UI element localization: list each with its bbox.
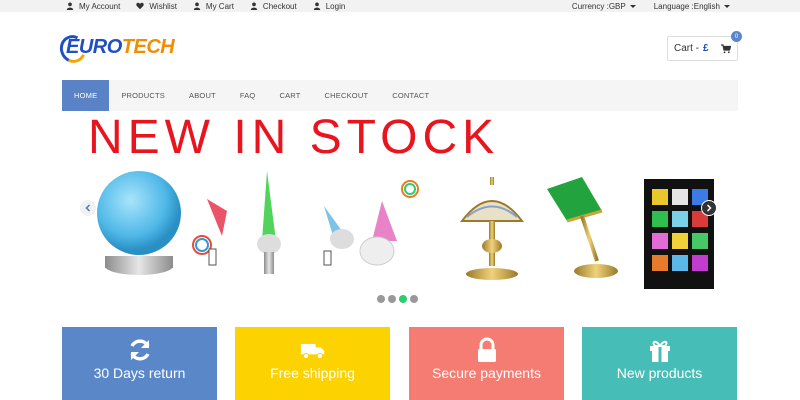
slider-dot-active[interactable]: [399, 295, 407, 303]
login-link[interactable]: Login: [313, 1, 346, 11]
orb-lamp-image[interactable]: [97, 171, 181, 275]
colour-bulb-image[interactable]: [192, 171, 281, 274]
header-cart-button[interactable]: Cart - £: [667, 36, 738, 61]
user-icon: [193, 2, 201, 10]
checkout-link[interactable]: Checkout: [250, 2, 297, 11]
slider-dot[interactable]: [388, 295, 396, 303]
shopping-cart-icon: [720, 43, 731, 53]
site-logo[interactable]: EUROTECH: [55, 31, 175, 67]
colour-cube-light-image[interactable]: [644, 179, 714, 289]
my-cart-label: My Cart: [205, 1, 234, 11]
currency-dropdown[interactable]: Currency :GBP: [572, 2, 636, 11]
nav-contact[interactable]: CONTACT: [380, 80, 441, 111]
user-icon: [66, 2, 74, 10]
refresh-icon: [129, 339, 150, 361]
main-navigation: HOME PRODUCTS ABOUT FAQ CART CHECKOUT CO…: [62, 80, 738, 111]
feature-new-products[interactable]: New products: [582, 327, 737, 400]
lock-icon: [477, 337, 496, 362]
currency-label: Currency :GBP: [571, 1, 626, 11]
heart-icon: [136, 2, 145, 10]
feature-label: 30 Days return: [93, 365, 186, 381]
slider-prev-button[interactable]: [80, 200, 96, 216]
nav-products[interactable]: PRODUCTS: [109, 80, 177, 111]
gift-icon: [649, 340, 670, 362]
nav-home[interactable]: HOME: [62, 80, 110, 111]
caret-down-icon: [724, 4, 730, 8]
language-dropdown[interactable]: Language :English: [654, 2, 730, 11]
account-links: My Account Wishlist My Cart Checkout Log…: [66, 0, 361, 12]
chevron-right-icon: [706, 204, 712, 212]
feature-shipping[interactable]: Free shipping: [235, 327, 390, 400]
banner-headline: NEW IN STOCK: [88, 111, 500, 164]
caret-down-icon: [629, 4, 636, 8]
wishlist-link[interactable]: Wishlist: [136, 2, 177, 11]
user-icon: [250, 2, 258, 10]
checkout-label: Checkout: [262, 1, 297, 11]
tiffany-lamp-image[interactable]: [459, 177, 525, 280]
slider-next-button[interactable]: [701, 200, 717, 216]
nav-cart[interactable]: CART: [267, 80, 312, 111]
cart-currency: £: [703, 43, 709, 54]
language-label: Language :English: [653, 1, 720, 11]
top-bar: My Account Wishlist My Cart Checkout Log…: [0, 0, 800, 12]
slider-pagination: [377, 295, 421, 303]
nav-checkout[interactable]: CHECKOUT: [313, 80, 381, 111]
locale-selectors: Currency :GBP Language :English: [554, 0, 730, 12]
feature-secure-payments[interactable]: Secure payments: [409, 327, 564, 400]
feature-label: New products: [616, 365, 703, 381]
feature-label: Secure payments: [432, 365, 541, 381]
colour-bulb-image[interactable]: [323, 180, 419, 266]
cart-label: Cart -: [674, 43, 699, 54]
slider-dot[interactable]: [410, 295, 418, 303]
wishlist-label: Wishlist: [149, 1, 177, 11]
logo-text: EUROTECH: [66, 36, 175, 58]
my-account-label: My Account: [79, 1, 121, 11]
user-icon: [313, 2, 320, 10]
slider-dot[interactable]: [377, 295, 385, 303]
login-label: Login: [325, 1, 346, 11]
my-cart-link[interactable]: My Cart: [193, 2, 234, 11]
feature-returns[interactable]: 30 Days return: [62, 327, 217, 400]
cart-count-badge: 0: [731, 31, 742, 42]
my-account-link[interactable]: My Account: [66, 2, 120, 11]
chevron-left-icon: [85, 204, 91, 212]
nav-faq[interactable]: FAQ: [228, 80, 268, 111]
truck-icon: [300, 343, 324, 360]
nav-about[interactable]: ABOUT: [177, 80, 228, 111]
feature-label: Free shipping: [270, 365, 355, 381]
banker-lamp-image[interactable]: [547, 177, 618, 278]
